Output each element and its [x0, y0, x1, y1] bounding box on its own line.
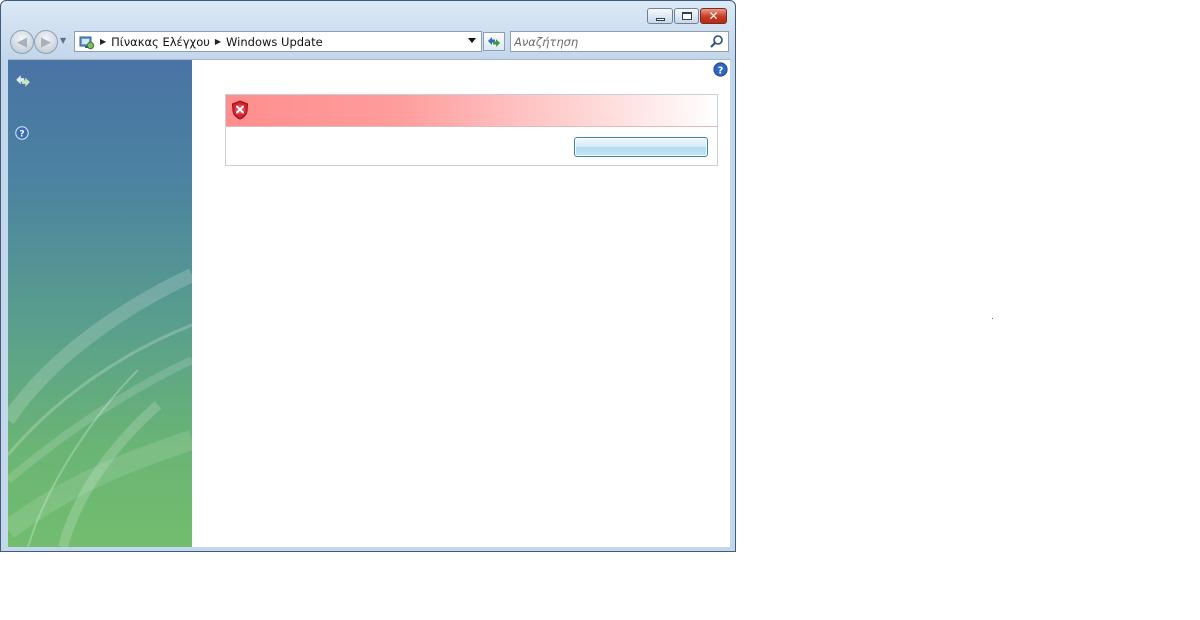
explorer-window: ✕ ◀ ▶ ▼ ▶ Πίνακας Ελέγχου ▶ Windows Upda…: [0, 0, 736, 552]
breadcrumb-separator: ▶: [100, 37, 107, 46]
address-dropdown-arrow[interactable]: [468, 38, 476, 43]
refresh-button[interactable]: [483, 32, 505, 51]
breadcrumb-windows-update[interactable]: Windows Update: [226, 35, 323, 49]
back-arrow-icon: ◀: [17, 34, 27, 50]
search-box[interactable]: [510, 31, 729, 52]
address-bar[interactable]: ▶ Πίνακας Ελέγχου ▶ Windows Update: [74, 31, 482, 52]
control-panel-icon: [79, 36, 95, 49]
forward-button[interactable]: ▶: [34, 30, 58, 54]
search-input[interactable]: [514, 34, 704, 49]
sidebar-swoosh-decoration: [8, 268, 192, 547]
close-button[interactable]: ✕: [700, 8, 727, 24]
breadcrumb-separator: ▶: [214, 37, 222, 46]
caption-buttons: ✕: [647, 8, 727, 24]
search-button[interactable]: [709, 34, 725, 49]
help-icon[interactable]: ?: [713, 62, 728, 77]
error-action-button[interactable]: [574, 137, 708, 157]
recent-pages-dropdown[interactable]: ▼: [60, 36, 66, 45]
minimize-icon: [655, 17, 665, 21]
magnifier-icon: [710, 35, 723, 48]
help-icon[interactable]: ?: [15, 126, 29, 140]
maximize-icon: [681, 12, 692, 20]
breadcrumb-control-panel[interactable]: Πίνακας Ελέγχου: [111, 35, 210, 49]
back-button[interactable]: ◀: [10, 30, 34, 54]
client-area: ? ?: [8, 59, 730, 547]
refresh-icon: [488, 36, 500, 47]
task-pane: ?: [8, 60, 192, 547]
close-icon: ✕: [708, 9, 719, 23]
forward-arrow-icon: ▶: [41, 34, 51, 50]
svg-text:?: ?: [718, 65, 724, 76]
error-banner: [226, 95, 717, 127]
svg-text:?: ?: [19, 130, 24, 140]
maximize-button[interactable]: [674, 8, 699, 24]
error-shield-icon: [231, 100, 249, 120]
stray-pixel: [992, 318, 993, 319]
windows-update-icon[interactable]: [15, 74, 31, 88]
minimize-button[interactable]: [647, 8, 673, 24]
error-panel: [225, 94, 718, 166]
